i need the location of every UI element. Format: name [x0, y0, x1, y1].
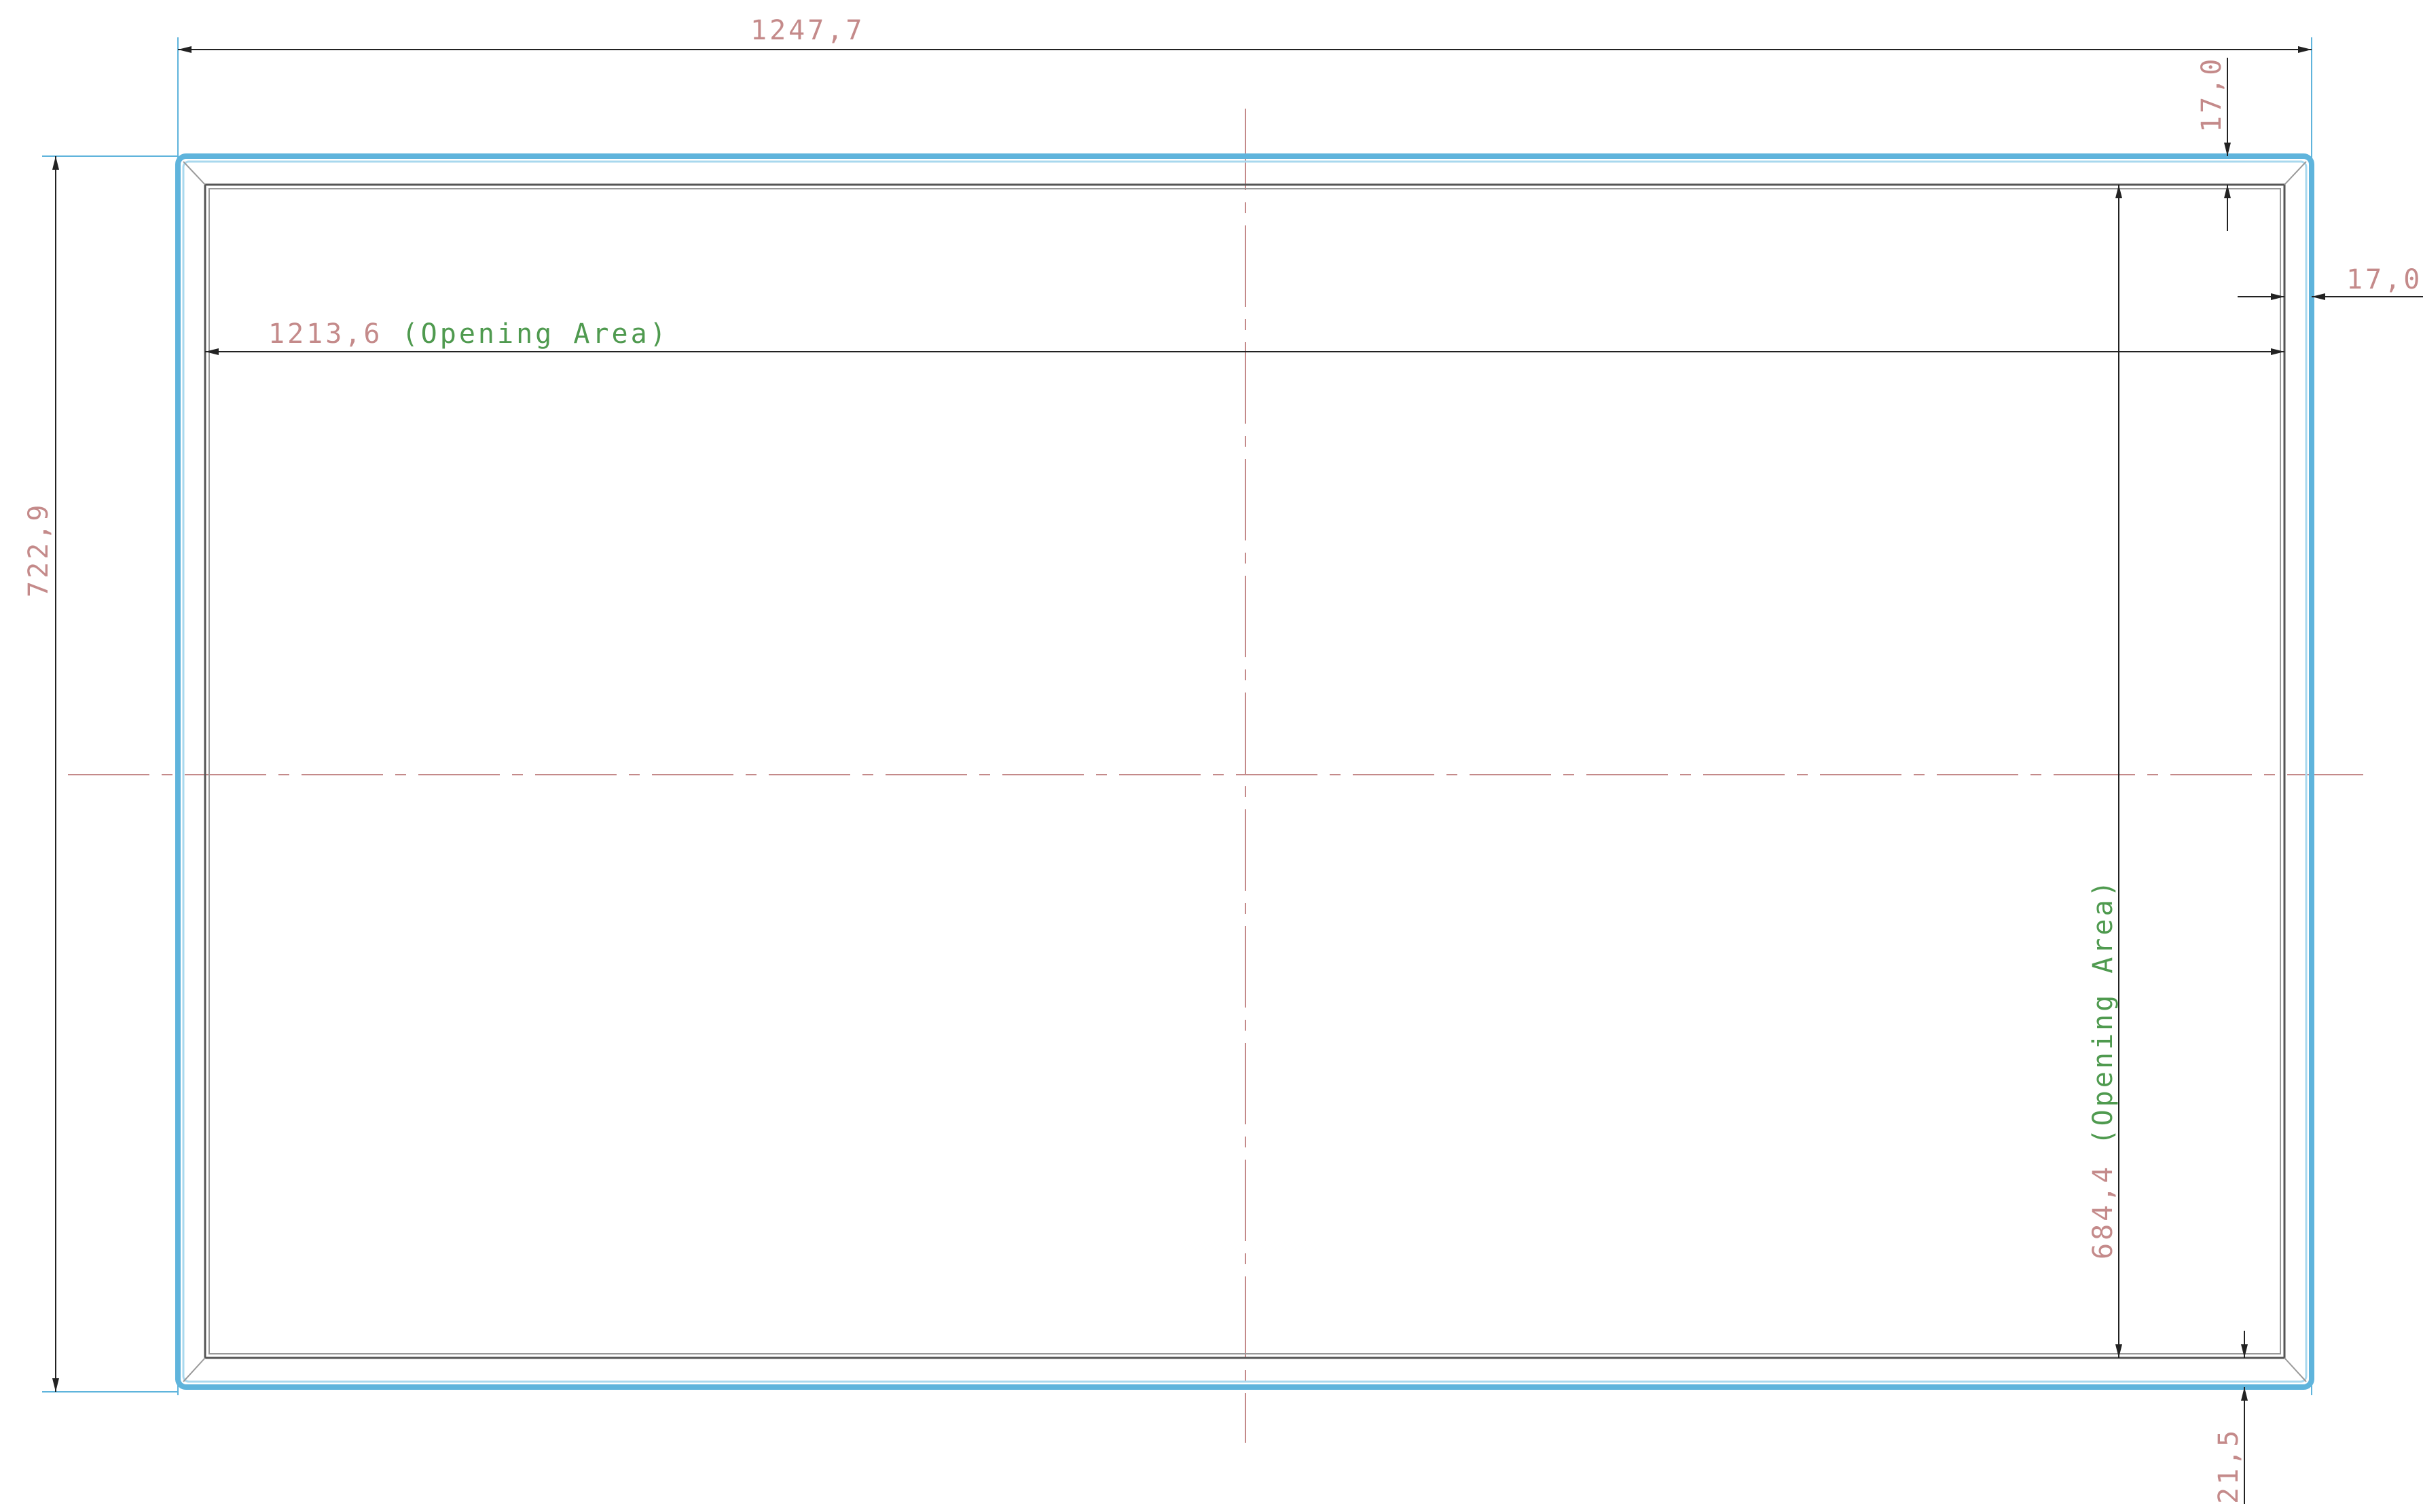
technical-drawing: 1247,7 722,9 1213,6 (Opening Area) 684,4…: [23, 15, 2423, 1504]
top-border-label: 17,0: [2196, 56, 2227, 132]
corner-detail-tr: [2284, 161, 2307, 185]
overall-height-label: 722,9: [23, 502, 54, 597]
opening-height-value: 684,4: [2088, 1164, 2119, 1259]
bottom-border-label: 21,5: [2213, 1428, 2244, 1504]
opening-width-value: 1213,6: [268, 318, 383, 350]
opening-height-suffix: (Opening Area): [2088, 878, 2119, 1145]
right-border-label: 17,0: [2346, 264, 2422, 295]
overall-width-label: 1247,7: [750, 15, 865, 46]
corner-detail-tl: [183, 161, 206, 185]
corner-detail-br: [2284, 1357, 2307, 1382]
opening-width-suffix: (Opening Area): [402, 318, 669, 350]
opening-width-label: 1213,6 (Opening Area): [268, 318, 669, 350]
opening-height-label: 684,4 (Opening Area): [2088, 878, 2119, 1259]
corner-detail-bl: [183, 1357, 206, 1382]
